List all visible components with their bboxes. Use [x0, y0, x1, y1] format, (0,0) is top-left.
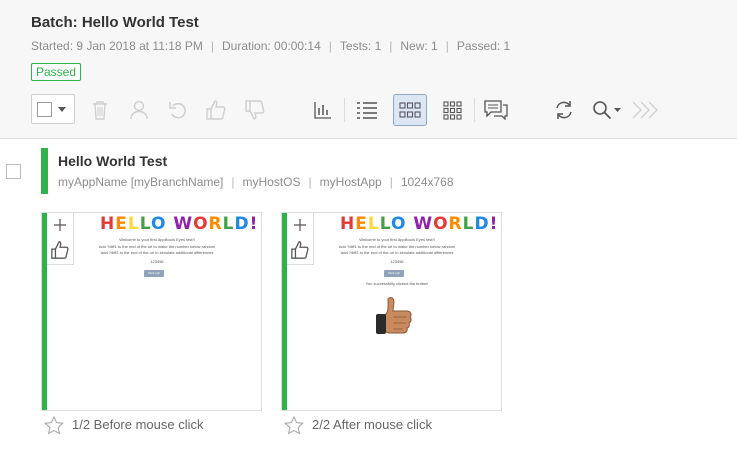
tests-count: Tests: 1 [339, 39, 382, 53]
thumbs-up-icon[interactable] [50, 240, 70, 260]
search-button[interactable] [590, 94, 624, 126]
refresh-icon [556, 101, 572, 119]
small-tiles-icon [399, 102, 421, 118]
bar-chart-icon [314, 102, 331, 119]
test-app: myAppName [myBranchName] [58, 175, 224, 189]
revert-button[interactable] [165, 94, 191, 126]
batch-header: Batch: Hello World Test Started: 9 Jan 2… [0, 0, 737, 139]
click-me-label: Click me! [147, 271, 161, 275]
test-name: Hello World Test [58, 153, 168, 169]
refresh-button[interactable] [550, 94, 578, 126]
step-thumbnail-2[interactable]: HELLO WORLD! Welcome to your first Appli… [281, 212, 502, 411]
thumbs-down-icon [245, 100, 265, 120]
test-os: myHostOS [242, 175, 301, 189]
new-count: New: 1 [400, 39, 438, 53]
test-host-app: myHostApp [319, 175, 382, 189]
toolbar-divider [474, 98, 475, 122]
trash-icon [93, 101, 107, 120]
toolbar-divider [344, 98, 345, 122]
assign-user-button[interactable] [126, 94, 152, 126]
large-tiles-view-button[interactable] [438, 94, 466, 126]
step-label-2: 2/2 After mouse click [312, 417, 432, 432]
batch-meta: Started: 9 Jan 2018 at 11:18 PM | Duration… [31, 39, 511, 53]
duration-text: Duration: 00:00:14 [222, 39, 321, 53]
welcome-text: Welcome to your first Applitools Eyes te… [119, 237, 195, 242]
comments-icon [484, 100, 508, 120]
small-tiles-view-button[interactable] [393, 94, 427, 126]
checkbox-icon [37, 102, 52, 117]
status-badge: Passed [31, 63, 81, 81]
hint-text-2: Add ?diff2 to the end of the url to simu… [100, 250, 214, 255]
test-row-checkbox[interactable] [6, 164, 21, 179]
plus-icon[interactable] [54, 219, 66, 231]
batch-title: Batch: Hello World Test [31, 14, 199, 31]
step-actions [287, 213, 314, 265]
user-icon [130, 100, 148, 120]
undo-icon [169, 102, 186, 119]
click-me-label: Click me! [387, 271, 401, 275]
step-actions [47, 213, 74, 265]
collapse-button[interactable] [630, 94, 660, 126]
list-view-button[interactable] [352, 94, 382, 126]
random-number: 123456 [390, 259, 404, 264]
welcome-text: Welcome to your first Applitools Eyes te… [359, 237, 435, 242]
large-tiles-icon [442, 100, 462, 120]
collapse-icon [632, 101, 658, 119]
search-icon [593, 101, 621, 120]
select-all-checkbox[interactable] [31, 94, 75, 124]
plus-icon[interactable] [294, 219, 306, 231]
step-label-1: 1/2 Before mouse click [72, 417, 204, 432]
comments-button[interactable] [481, 94, 511, 126]
accept-button[interactable] [203, 94, 229, 126]
thumbs-up-icon[interactable] [290, 240, 310, 260]
hint-text-2: Add ?diff2 to the end of the url to simu… [340, 250, 454, 255]
test-viewport: 1024x768 [400, 175, 454, 189]
thumbs-up-icon [206, 100, 226, 120]
star-icon[interactable] [44, 416, 64, 435]
list-view-icon [357, 102, 377, 119]
statistics-button[interactable] [310, 94, 336, 126]
passed-count: Passed: 1 [456, 39, 511, 53]
chevron-down-icon [58, 107, 66, 112]
hello-world-heading: HELLO WORLD! [340, 214, 499, 234]
delete-button[interactable] [87, 94, 113, 126]
reject-button[interactable] [242, 94, 268, 126]
started-text: Started: 9 Jan 2018 at 11:18 PM [31, 39, 203, 53]
success-message: You successfully clicked the button! [365, 281, 429, 286]
thumbs-up-photo [376, 297, 412, 334]
random-number: 123456 [150, 259, 164, 264]
step-thumbnail-1[interactable]: HELLO WORLD! Welcome to your first Appli… [41, 212, 262, 411]
hello-world-heading: HELLO WORLD! [100, 214, 259, 234]
star-icon[interactable] [284, 416, 304, 435]
test-status-indicator [41, 148, 48, 194]
test-meta: myAppName [myBranchName] | myHostOS | myHost… [58, 175, 454, 189]
